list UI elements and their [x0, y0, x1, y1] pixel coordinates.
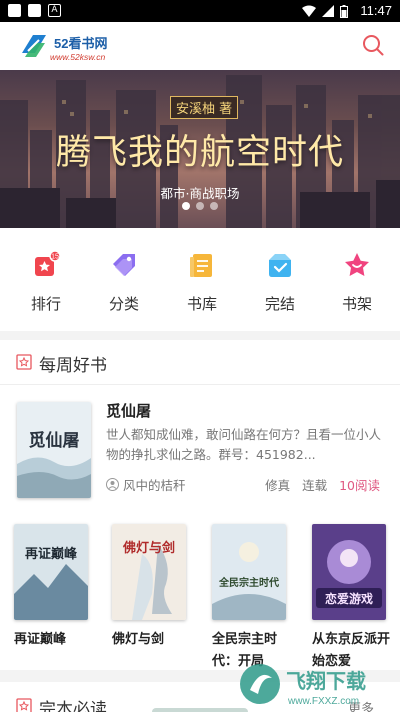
- bookshelf-icon: [345, 253, 369, 276]
- nav-label: 完结: [264, 295, 295, 313]
- book-cover[interactable]: 恋爱游戏: [312, 524, 386, 620]
- library-icon: [190, 254, 212, 277]
- cover-art: 再证巅峰: [14, 524, 88, 620]
- book-cover[interactable]: 觅仙屠: [17, 402, 91, 498]
- section-title: 完本必读: [39, 700, 107, 712]
- book-card[interactable]: 佛灯与剑 佛灯与剑: [112, 524, 188, 651]
- nav-item-category[interactable]: 分类: [92, 250, 156, 314]
- nav-label: 分类: [108, 295, 139, 313]
- nav-item-bookshelf[interactable]: 书架: [325, 250, 389, 314]
- logo-url: www.52ksw.cn: [50, 52, 106, 62]
- banner-genre: 都市·商战职场: [160, 186, 240, 201]
- watermark-logo: 飞翔下载 www.FXXZ.com: [240, 664, 366, 707]
- signal-icon: [322, 5, 334, 17]
- book-cover[interactable]: 全民宗主时代: [212, 524, 286, 620]
- category-nav: 15 排行 分类 书库 完结 书架: [0, 228, 400, 331]
- nav-label: 书架: [341, 295, 372, 313]
- notification-icon: [28, 4, 41, 17]
- book-card[interactable]: 恋爱游戏 从东京反派开始恋爱: [312, 524, 390, 673]
- cover-art: 觅仙屠: [17, 402, 91, 498]
- status-time: 11:47: [360, 3, 392, 18]
- carousel-indicator[interactable]: [182, 202, 218, 210]
- user-icon: [106, 478, 119, 491]
- cover-title: 佛灯与剑: [122, 540, 175, 556]
- carousel-dot[interactable]: [182, 202, 190, 210]
- cover-art: 全民宗主时代: [212, 524, 286, 620]
- section-title: 每周好书: [39, 356, 107, 376]
- battery-icon: [340, 4, 348, 18]
- logo-icon[interactable]: [19, 31, 49, 61]
- cover-title: 觅仙屠: [29, 430, 80, 451]
- genre-tag: 修真: [265, 478, 291, 493]
- author-name: 风中的桔秆: [123, 478, 186, 493]
- carousel-dot[interactable]: [210, 202, 218, 210]
- status-icons: [302, 4, 348, 18]
- svg-text:15: 15: [51, 254, 59, 261]
- cover-title: 恋爱游戏: [325, 591, 373, 606]
- book-card[interactable]: 再证巅峰 再证巅峰: [14, 524, 90, 651]
- wifi-icon: [302, 5, 316, 17]
- logo-name[interactable]: 52看书网: [54, 33, 107, 52]
- featured-tags: 修真 连载 10阅读: [265, 475, 380, 494]
- status-tag: 连载: [302, 478, 328, 493]
- featured-title[interactable]: 觅仙屠: [106, 400, 151, 421]
- watermark-url: www.FXXZ.com: [287, 696, 359, 707]
- notification-a-icon: A: [48, 4, 61, 17]
- section-icon: [16, 698, 32, 712]
- nav-item-completed[interactable]: 完结: [248, 250, 312, 314]
- book-cover[interactable]: 再证巅峰: [14, 524, 88, 620]
- book-card[interactable]: 全民宗主时代 全民宗主时代：开局: [212, 524, 288, 673]
- book-title[interactable]: 再证巅峰: [14, 629, 100, 651]
- book-title[interactable]: 佛灯与剑: [112, 629, 198, 651]
- banner-title[interactable]: 腾飞我的航空时代: [0, 124, 400, 175]
- cover-title: 再证巅峰: [25, 546, 78, 562]
- featured-book[interactable]: 觅仙屠 觅仙屠 世人都知成仙难，敢问仙路在何方？且看一位小人物的挣扎求仙之路。群…: [0, 396, 400, 506]
- banner-author: 安溪柚 著: [170, 96, 239, 119]
- nav-item-library[interactable]: 书库: [170, 250, 234, 314]
- section-icon: [16, 354, 32, 370]
- ranking-icon: 15: [35, 250, 61, 276]
- featured-author[interactable]: 风中的桔秆: [106, 475, 186, 494]
- scroll-indicator: [152, 708, 248, 712]
- weekly-books-section: 每周好书 觅仙屠 觅仙屠 世人都知成仙难，敢问仙路在何方？且看一位小人物的挣扎求…: [0, 340, 400, 670]
- watermark-text: 飞翔下载: [286, 669, 366, 693]
- nav-label: 排行: [30, 295, 61, 313]
- cover-art: 佛灯与剑: [112, 524, 186, 620]
- nav-item-ranking[interactable]: 15 排行: [14, 250, 78, 314]
- search-icon[interactable]: [361, 33, 385, 57]
- app-header: 52看书网 www.52ksw.cn: [0, 22, 400, 70]
- book-cover[interactable]: 佛灯与剑: [112, 524, 186, 620]
- section-header: 每周好书: [0, 340, 400, 385]
- featured-description: 世人都知成仙难，敢问仙路在何方？且看一位小人物的挣扎求仙之路。群号：451982…: [106, 427, 382, 462]
- cover-title: 全民宗主时代: [218, 576, 279, 589]
- status-bar: A 11:47: [0, 0, 400, 22]
- nav-label: 书库: [186, 295, 217, 313]
- category-icon: [113, 254, 135, 276]
- completed-icon: [269, 254, 291, 277]
- read-count: 10阅读: [339, 478, 380, 493]
- notification-icon: [8, 4, 21, 17]
- cover-art: 恋爱游戏: [312, 524, 386, 620]
- carousel-dot[interactable]: [196, 202, 204, 210]
